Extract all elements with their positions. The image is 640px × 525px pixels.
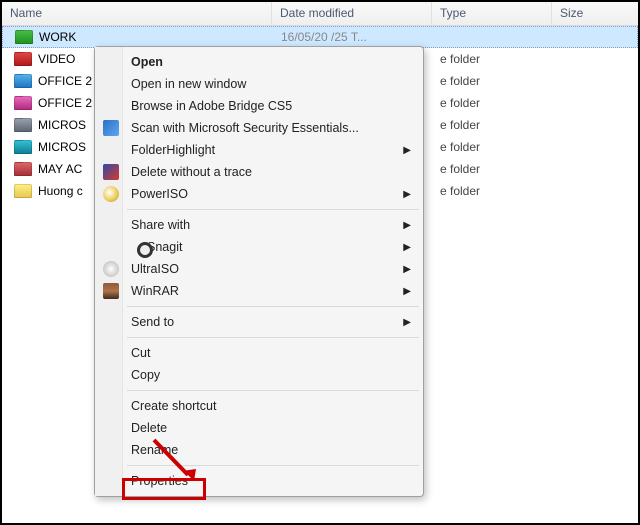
file-name: MAY AC	[38, 162, 82, 176]
chevron-right-icon: ▶	[403, 317, 411, 328]
menu-properties[interactable]: Properties	[97, 470, 421, 492]
menu-copy[interactable]: Copy	[97, 364, 421, 386]
file-type: e folder	[432, 74, 552, 88]
eraser-icon	[103, 164, 119, 180]
context-menu: Open Open in new window Browse in Adobe …	[94, 46, 424, 497]
menu-folderhighlight[interactable]: FolderHighlight▶	[97, 139, 421, 161]
folder-icon	[15, 30, 33, 44]
file-row[interactable]: WORK 16/05/20 /25 T...	[2, 26, 638, 48]
snagit-icon	[137, 242, 153, 258]
chevron-right-icon: ▶	[403, 264, 411, 275]
menu-cut[interactable]: Cut	[97, 342, 421, 364]
folder-icon	[14, 140, 32, 154]
file-name: Huong c	[38, 184, 83, 198]
menu-separator	[127, 337, 419, 338]
menu-separator	[127, 209, 419, 210]
chevron-right-icon: ▶	[403, 145, 411, 156]
file-type: e folder	[432, 162, 552, 176]
folder-icon	[14, 96, 32, 110]
file-name: VIDEO	[38, 52, 75, 66]
file-name: MICROS	[38, 140, 86, 154]
menu-open[interactable]: Open	[97, 51, 421, 73]
menu-adobe-bridge[interactable]: Browse in Adobe Bridge CS5	[97, 95, 421, 117]
menu-delete[interactable]: Delete	[97, 417, 421, 439]
file-type: e folder	[432, 140, 552, 154]
menu-poweriso[interactable]: PowerISO▶	[97, 183, 421, 205]
menu-snagit[interactable]: Snagit▶	[97, 236, 421, 258]
menu-rename[interactable]: Rename	[97, 439, 421, 461]
file-type: e folder	[432, 118, 552, 132]
file-type: e folder	[432, 96, 552, 110]
menu-send-to[interactable]: Send to▶	[97, 311, 421, 333]
disc-icon	[103, 261, 119, 277]
books-icon	[103, 283, 119, 299]
col-header-date[interactable]: Date modified	[272, 2, 432, 25]
col-header-name[interactable]: Name	[2, 2, 272, 25]
menu-scan-mse[interactable]: Scan with Microsoft Security Essentials.…	[97, 117, 421, 139]
col-header-type[interactable]: Type	[432, 2, 552, 25]
shield-icon	[103, 120, 119, 136]
folder-icon	[14, 74, 32, 88]
chevron-right-icon: ▶	[403, 242, 411, 253]
chevron-right-icon: ▶	[403, 220, 411, 231]
folder-icon	[14, 52, 32, 66]
menu-delete-without-trace[interactable]: Delete without a trace	[97, 161, 421, 183]
folder-icon	[14, 118, 32, 132]
file-type: e folder	[432, 184, 552, 198]
col-header-size[interactable]: Size	[552, 2, 638, 25]
file-name: MICROS	[38, 118, 86, 132]
folder-icon	[14, 184, 32, 198]
menu-winrar[interactable]: WinRAR▶	[97, 280, 421, 302]
menu-separator	[127, 306, 419, 307]
menu-ultraiso[interactable]: UltraISO▶	[97, 258, 421, 280]
menu-separator	[127, 390, 419, 391]
column-headers: Name Date modified Type Size	[2, 2, 638, 26]
file-name: OFFICE 2	[38, 96, 92, 110]
file-type: e folder	[432, 52, 552, 66]
file-name: OFFICE 2	[38, 74, 92, 88]
file-name: WORK	[39, 30, 76, 44]
chevron-right-icon: ▶	[403, 286, 411, 297]
menu-open-new-window[interactable]: Open in new window	[97, 73, 421, 95]
menu-share-with[interactable]: Share with▶	[97, 214, 421, 236]
menu-separator	[127, 465, 419, 466]
folder-icon	[14, 162, 32, 176]
disc-icon	[103, 186, 119, 202]
file-date: 16/05/20 /25 T...	[273, 30, 433, 44]
chevron-right-icon: ▶	[403, 189, 411, 200]
menu-create-shortcut[interactable]: Create shortcut	[97, 395, 421, 417]
